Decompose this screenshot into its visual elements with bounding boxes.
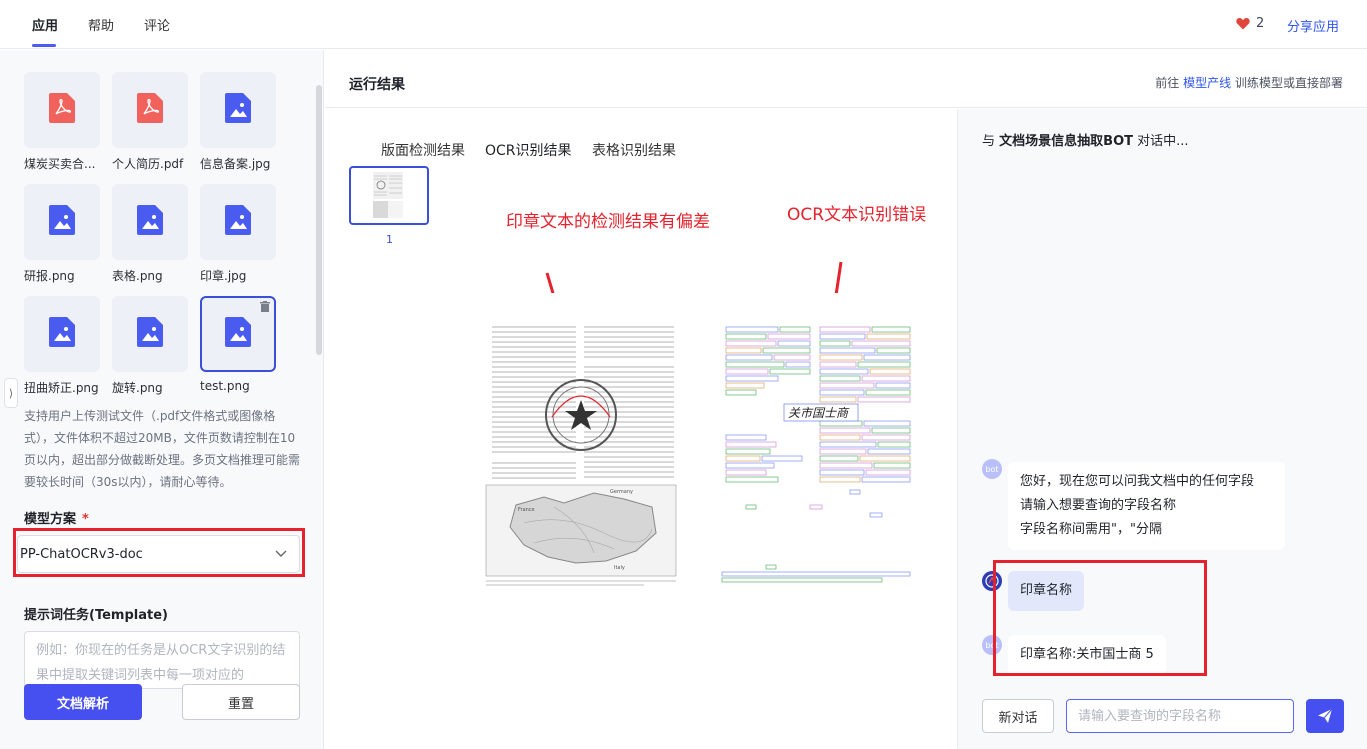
image-file-icon [49, 205, 75, 239]
document-page-original: France Germany Italy [464, 293, 700, 606]
document-page-ocr: 关市国士商 [700, 293, 932, 606]
file-item[interactable]: 研报.png [24, 184, 104, 284]
query-input[interactable] [1066, 699, 1294, 733]
file-name: 煤炭买卖合... [24, 157, 96, 171]
file-thumbnail[interactable] [112, 72, 188, 148]
like-count: 2 [1256, 16, 1265, 31]
file-item[interactable]: 印章.jpg [200, 184, 280, 284]
chat-panel: 与 文档场景信息抽取BOT 对话中... bot 您好，现在您可以问我文档中的任… [957, 109, 1367, 749]
file-item[interactable]: 信息备案.jpg [200, 72, 280, 172]
result-title: 运行结果 [349, 77, 405, 93]
result-panel: 版面检测结果 OCR识别结果 表格识别结果 1 印章文本的检测结果有偏差 OCR… [325, 109, 956, 749]
pdf-file-icon [137, 93, 163, 127]
share-app-link[interactable]: 分享应用 [1287, 16, 1339, 35]
tab-apply[interactable]: 应用 [32, 15, 58, 34]
required-mark: * [82, 512, 89, 527]
map-label-italy: Italy [614, 565, 625, 571]
file-thumbnail[interactable] [24, 296, 100, 372]
template-textarea[interactable]: 例如：你现在的任务是从OCR文字识别的结果中提取关键词列表中每一项对应的 [24, 631, 300, 689]
chat-title: 与 文档场景信息抽取BOT 对话中... [982, 134, 1189, 149]
left-panel: 煤炭买卖合... 个人简历.pdf 信息备案.jpg 研报.png 表格.png 印章.j… [0, 50, 324, 749]
top-bar: 应用 帮助 评论 2 分享应用 [0, 0, 1367, 49]
document-original-image: France Germany Italy [485, 326, 677, 586]
tab-help[interactable]: 帮助 [88, 15, 114, 34]
file-thumbnail[interactable] [112, 296, 188, 372]
file-name: 信息备案.jpg [200, 157, 271, 171]
heart-icon [1236, 18, 1250, 30]
file-item[interactable]: 煤炭买卖合... [24, 72, 104, 172]
file-name: 旋转.png [112, 381, 163, 395]
upload-hint: 支持用户上传测试文件（.pdf文件格式或图像格式），文件体积不超过20MB，文件… [24, 409, 301, 489]
ocr-seal-text: 关市国士商 [788, 406, 850, 420]
file-item[interactable]: 旋转.png [112, 296, 192, 396]
file-thumbnail[interactable] [24, 72, 100, 148]
file-thumbnail[interactable] [200, 296, 276, 372]
image-file-icon [49, 317, 75, 351]
map-label-france: France [518, 507, 535, 513]
file-thumbnail[interactable] [200, 184, 276, 260]
image-file-icon [137, 205, 163, 239]
highlight-box-model [13, 528, 305, 577]
pipeline-link[interactable]: 模型产线 [1183, 76, 1231, 90]
result-header: 运行结果 前往 模型产线 训练模型或直接部署 [325, 50, 1367, 108]
file-name: 个人简历.pdf [112, 157, 184, 171]
seal-star [565, 400, 597, 430]
goto-hint: 前往 模型产线 训练模型或直接部署 [1155, 76, 1343, 90]
parse-document-button[interactable]: 文档解析 [24, 684, 142, 720]
bot-avatar: bot [982, 459, 1002, 479]
file-item[interactable]: 扭曲矫正.png [24, 296, 104, 396]
file-name: 印章.jpg [200, 269, 247, 283]
like-button[interactable]: 2 [1236, 16, 1264, 31]
file-name: 扭曲矫正.png [24, 381, 99, 395]
active-tab-indicator [32, 44, 56, 47]
file-item[interactable]: 个人简历.pdf [112, 72, 192, 172]
file-item[interactable]: 表格.png [112, 184, 192, 284]
file-name: test.png [200, 379, 250, 393]
image-file-icon [225, 317, 251, 351]
collapse-panel-button[interactable]: ⟩ [4, 378, 18, 408]
bot-name: 文档场景信息抽取BOT [999, 134, 1133, 149]
send-icon [1318, 708, 1333, 723]
file-name: 表格.png [112, 269, 163, 283]
trash-icon[interactable] [259, 301, 271, 313]
file-name: 研报.png [24, 269, 75, 283]
image-file-icon [225, 205, 251, 239]
tab-comments[interactable]: 评论 [144, 15, 170, 34]
map-label-germany: Germany [610, 489, 633, 495]
scrollbar[interactable] [316, 85, 322, 355]
file-thumbnail[interactable] [24, 184, 100, 260]
file-item[interactable]: test.png [200, 296, 280, 393]
file-thumbnail[interactable] [200, 72, 276, 148]
reset-button[interactable]: 重置 [182, 684, 300, 720]
image-file-icon [137, 317, 163, 351]
new-chat-button[interactable]: 新对话 [982, 699, 1054, 733]
send-button[interactable] [1306, 699, 1344, 733]
bot-message-greeting: 您好，现在您可以问我文档中的任何字段 请输入想要查询的字段名称 字段名称间需用"… [1008, 462, 1285, 550]
model-section-title: 模型方案 * [24, 512, 89, 527]
file-thumbnail[interactable] [112, 184, 188, 260]
template-section-title: 提示词任务(Template) [24, 608, 168, 623]
image-file-icon [225, 93, 251, 127]
pdf-file-icon [49, 93, 75, 127]
chevron-right-icon: ⟩ [8, 386, 14, 400]
highlight-box-answer [993, 560, 1207, 676]
document-ocr-image: 关市国士商 [721, 326, 911, 583]
